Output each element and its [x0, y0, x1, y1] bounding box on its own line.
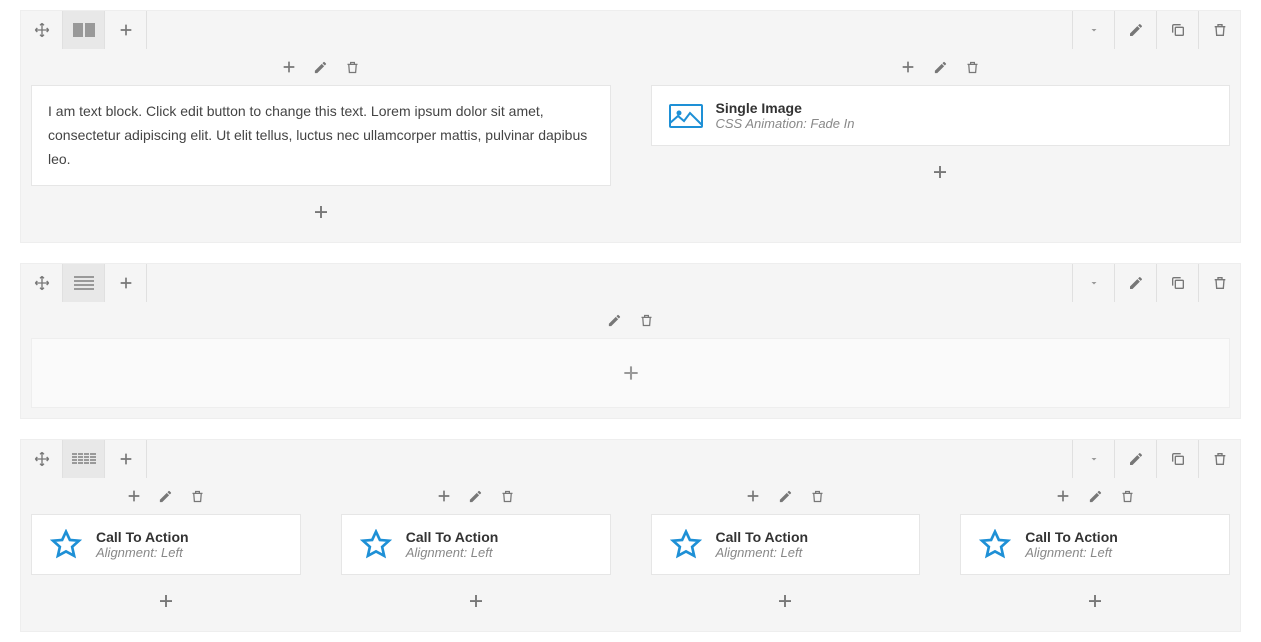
- column: Call To Action Alignment: Left: [950, 478, 1240, 631]
- add-element-bottom-button[interactable]: [462, 587, 490, 615]
- row-layout-button[interactable]: [63, 264, 105, 302]
- delete-column-button[interactable]: [958, 53, 986, 81]
- image-icon: [668, 102, 704, 130]
- row-options-button[interactable]: [1072, 11, 1114, 49]
- edit-row-button[interactable]: [1114, 11, 1156, 49]
- move-row-button[interactable]: [21, 11, 63, 49]
- delete-column-button[interactable]: [803, 482, 831, 510]
- row-block: I am text block. Click edit button to ch…: [20, 10, 1241, 243]
- add-column-button[interactable]: [105, 11, 147, 49]
- clone-row-button[interactable]: [1156, 11, 1198, 49]
- add-element-button[interactable]: [120, 482, 148, 510]
- edit-row-button[interactable]: [1114, 440, 1156, 478]
- row-options-button[interactable]: [1072, 264, 1114, 302]
- row-block: [20, 263, 1241, 419]
- element-title: Call To Action: [1025, 529, 1213, 545]
- edit-column-button[interactable]: [152, 482, 180, 510]
- add-element-bottom-button[interactable]: [307, 198, 335, 226]
- row-options-button[interactable]: [1072, 440, 1114, 478]
- element-title: Call To Action: [406, 529, 594, 545]
- add-element-bottom-button[interactable]: [926, 158, 954, 186]
- star-icon: [358, 531, 394, 559]
- add-element-bottom-button[interactable]: [771, 587, 799, 615]
- edit-column-button[interactable]: [1081, 482, 1109, 510]
- column: Call To Action Alignment: Left: [641, 478, 931, 631]
- edit-row-button[interactable]: [1114, 264, 1156, 302]
- delete-column-button[interactable]: [339, 53, 367, 81]
- row-controls: [21, 440, 1240, 478]
- element-subtitle: CSS Animation: Fade In: [716, 116, 1214, 131]
- column: Call To Action Alignment: Left: [331, 478, 621, 631]
- add-column-button[interactable]: [105, 440, 147, 478]
- add-element-button[interactable]: [275, 53, 303, 81]
- star-icon: [48, 531, 84, 559]
- edit-column-button[interactable]: [926, 53, 954, 81]
- single-image-element[interactable]: Single Image CSS Animation: Fade In: [651, 85, 1231, 146]
- row-block: Call To Action Alignment: Left Call To A…: [20, 439, 1241, 632]
- row-controls: [21, 11, 1240, 49]
- edit-column-button[interactable]: [307, 53, 335, 81]
- row-layout-button[interactable]: [63, 440, 105, 478]
- element-subtitle: Alignment: Left: [96, 545, 284, 560]
- edit-column-button[interactable]: [771, 482, 799, 510]
- delete-column-button[interactable]: [1113, 482, 1141, 510]
- move-row-button[interactable]: [21, 440, 63, 478]
- cta-element[interactable]: Call To Action Alignment: Left: [341, 514, 611, 575]
- add-element-button[interactable]: [1049, 482, 1077, 510]
- add-element-button[interactable]: [430, 482, 458, 510]
- text-block-element[interactable]: I am text block. Click edit button to ch…: [31, 85, 611, 186]
- delete-row-button[interactable]: [1198, 11, 1240, 49]
- element-subtitle: Alignment: Left: [716, 545, 904, 560]
- clone-row-button[interactable]: [1156, 264, 1198, 302]
- cta-element[interactable]: Call To Action Alignment: Left: [31, 514, 301, 575]
- delete-row-button[interactable]: [1198, 440, 1240, 478]
- empty-column-add-area[interactable]: [31, 338, 1230, 408]
- column: I am text block. Click edit button to ch…: [21, 49, 621, 242]
- edit-column-button[interactable]: [601, 306, 629, 334]
- add-element-bottom-button[interactable]: [152, 587, 180, 615]
- move-row-button[interactable]: [21, 264, 63, 302]
- delete-column-button[interactable]: [494, 482, 522, 510]
- clone-row-button[interactable]: [1156, 440, 1198, 478]
- row-controls: [21, 264, 1240, 302]
- column: Call To Action Alignment: Left: [21, 478, 311, 631]
- add-element-bottom-button[interactable]: [1081, 587, 1109, 615]
- text-block-content: I am text block. Click edit button to ch…: [48, 100, 594, 171]
- element-subtitle: Alignment: Left: [1025, 545, 1213, 560]
- element-title: Call To Action: [96, 529, 284, 545]
- column: Single Image CSS Animation: Fade In: [641, 49, 1241, 242]
- delete-column-button[interactable]: [184, 482, 212, 510]
- element-title: Single Image: [716, 100, 1214, 116]
- edit-column-button[interactable]: [462, 482, 490, 510]
- row-layout-button[interactable]: [63, 11, 105, 49]
- star-icon: [668, 531, 704, 559]
- element-subtitle: Alignment: Left: [406, 545, 594, 560]
- cta-element[interactable]: Call To Action Alignment: Left: [960, 514, 1230, 575]
- cta-element[interactable]: Call To Action Alignment: Left: [651, 514, 921, 575]
- star-icon: [977, 531, 1013, 559]
- delete-column-button[interactable]: [633, 306, 661, 334]
- delete-row-button[interactable]: [1198, 264, 1240, 302]
- add-element-button[interactable]: [739, 482, 767, 510]
- element-title: Call To Action: [716, 529, 904, 545]
- add-element-button[interactable]: [894, 53, 922, 81]
- add-column-button[interactable]: [105, 264, 147, 302]
